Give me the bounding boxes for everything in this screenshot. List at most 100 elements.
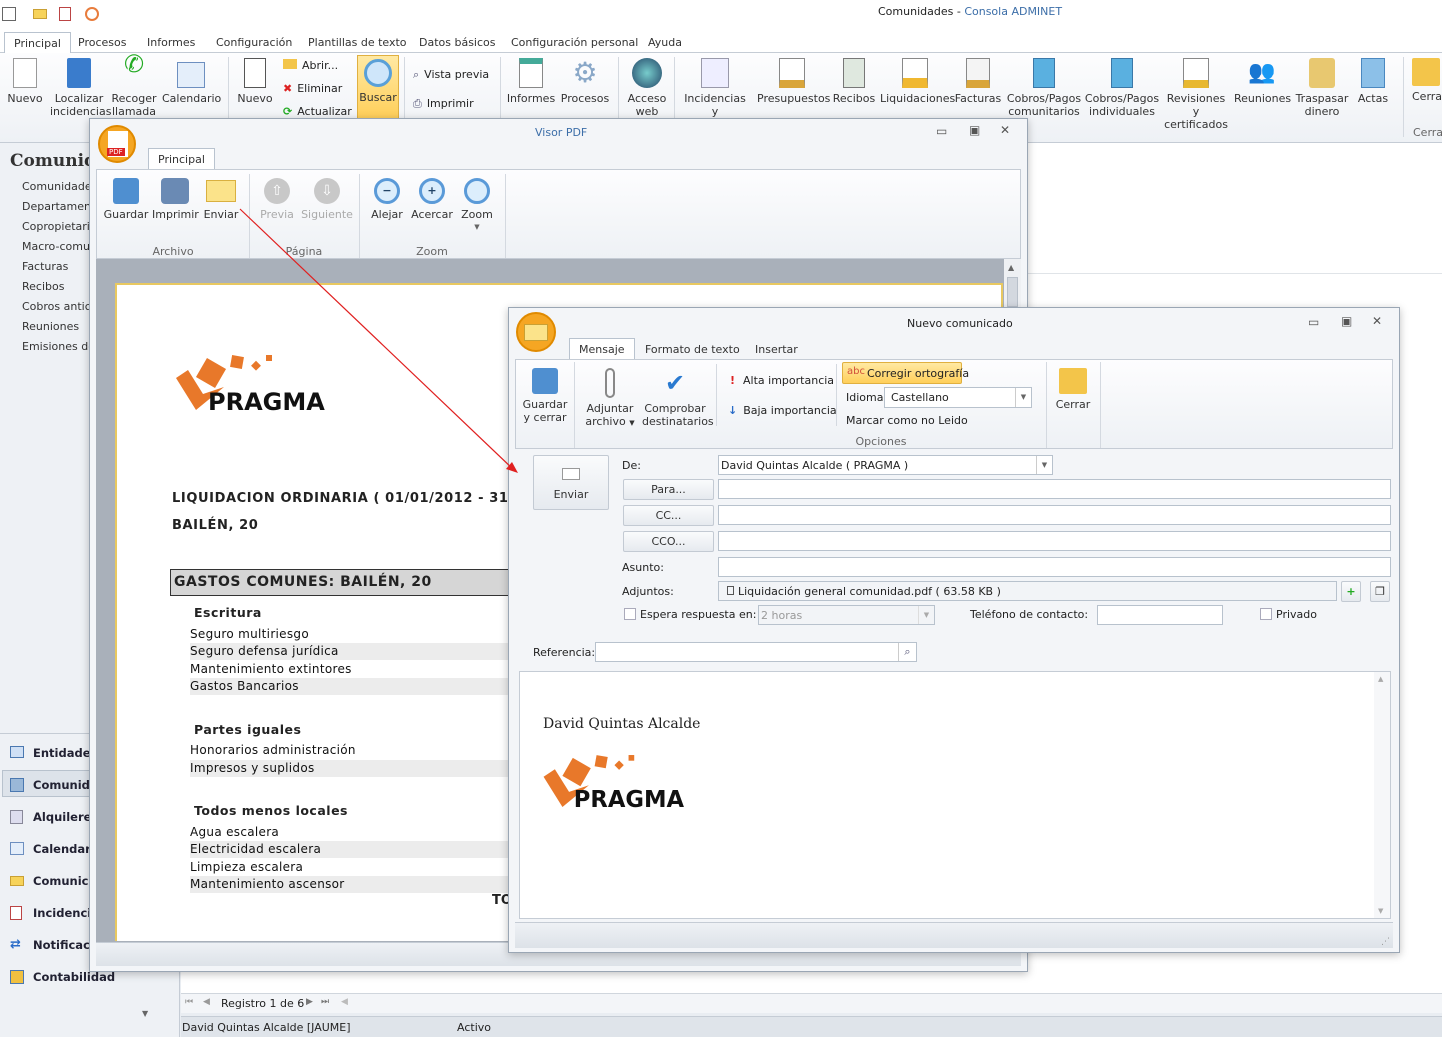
next-record-icon[interactable]: ▶	[306, 997, 313, 1007]
nuevo-button[interactable]: Nuevo	[5, 58, 45, 105]
vista-previa-button[interactable]: ⌕ Vista previa	[413, 68, 489, 82]
adjuntar-button[interactable]: Adjuntar archivo ▼	[582, 368, 638, 430]
resize-grip-icon[interactable]: ⋰	[1381, 937, 1390, 947]
pdf-app-badge[interactable]: PDF	[98, 125, 136, 163]
maximize-button[interactable]: ▣	[969, 123, 980, 137]
sidebar-item-recibos[interactable]: Recibos	[22, 280, 64, 293]
tab-datos-basicos[interactable]: Datos básicos	[419, 36, 496, 49]
prev-record-icon[interactable]: ◀	[203, 997, 210, 1007]
acceso-web-button[interactable]: Acceso web	[624, 58, 670, 118]
referencia-input[interactable]: ⌕	[595, 642, 917, 662]
cobros-comunitarios-button[interactable]: Cobros/Pagos comunitarios	[1006, 58, 1082, 118]
pdf-alejar-button[interactable]: − Alejar	[367, 178, 407, 221]
signal-quick-icon[interactable]	[85, 7, 99, 21]
cerrar-button[interactable]: Cerrar	[1408, 58, 1442, 103]
telefono-input[interactable]	[1097, 605, 1223, 625]
nuevo2-button[interactable]: Nuevo	[235, 58, 275, 105]
pdf-siguiente-button[interactable]: ⇩ Siguiente	[301, 178, 353, 221]
mail-cerrar-button[interactable]: Cerrar	[1052, 368, 1094, 411]
cobros-individuales-button[interactable]: Cobros/Pagos individuales	[1084, 58, 1160, 118]
last-record-icon[interactable]: ⏭	[321, 997, 329, 1007]
cc-input[interactable]	[718, 505, 1391, 525]
mail-app-badge[interactable]	[516, 312, 556, 352]
alta-importancia-button[interactable]: ! Alta importancia	[730, 374, 834, 387]
reuniones-button[interactable]: 👥 Reuniones	[1234, 58, 1291, 105]
tab-informes[interactable]: Informes	[147, 36, 195, 49]
pdf-imprimir-button[interactable]: Imprimir	[152, 178, 199, 221]
cc-button[interactable]: CC...	[623, 505, 714, 526]
abrir-button[interactable]: Abrir...	[283, 59, 338, 72]
add-attachment-button[interactable]: +	[1341, 581, 1361, 602]
privado-checkbox[interactable]	[1260, 608, 1272, 620]
message-body-editor[interactable]: David Quintas Alcalde PRAGMA ▲ ▼	[519, 671, 1391, 919]
attachment-item[interactable]: Liquidación general comunidad.pdf ( 63.5…	[727, 585, 1001, 598]
idioma-select[interactable]: Castellano ▼	[884, 387, 1032, 408]
sidebar-chevron-icon[interactable]: ▼	[142, 1009, 148, 1018]
comprobar-button[interactable]: ✔ Comprobar destinatarios	[642, 368, 714, 428]
minimize-button[interactable]: ▭	[1308, 315, 1319, 329]
facturas-button[interactable]: Facturas	[954, 58, 1002, 105]
copy-attachment-button[interactable]: ❐	[1370, 581, 1390, 602]
eliminar-button[interactable]: ✖ Eliminar	[283, 82, 342, 95]
mail-tab-insertar[interactable]: Insertar	[755, 343, 798, 356]
tab-ayuda[interactable]: Ayuda	[648, 36, 682, 49]
baja-importancia-button[interactable]: ↓ Baja importancia	[728, 404, 837, 417]
minimize-button[interactable]: ▭	[936, 124, 947, 138]
traspasar-button[interactable]: Traspasar dinero	[1294, 58, 1350, 118]
mail-tab-formato[interactable]: Formato de texto	[645, 343, 740, 356]
sidebar-item-comunidades[interactable]: Comunidades	[22, 180, 97, 193]
marcar-no-leido-button[interactable]: Marcar como no Leido	[846, 414, 968, 427]
pdf-previa-button[interactable]: ⇧ Previa	[257, 178, 297, 221]
scroll-left-icon[interactable]: ◀	[341, 997, 348, 1007]
tab-config-personal[interactable]: Configuración personal	[511, 36, 638, 49]
recibos-button[interactable]: Recibos	[832, 58, 876, 105]
pdf-tab-principal[interactable]: Principal	[148, 148, 215, 170]
tasks-quick-icon[interactable]	[59, 7, 71, 21]
para-input[interactable]	[718, 479, 1391, 499]
localizar-button[interactable]: Localizar incidencias	[50, 58, 111, 118]
close-button[interactable]: ✕	[1000, 123, 1010, 137]
search-icon[interactable]: ⌕	[898, 643, 916, 661]
body-scrollbar[interactable]: ▲ ▼	[1374, 672, 1390, 918]
tab-principal[interactable]: Principal	[4, 32, 71, 54]
actas-button[interactable]: Actas	[1354, 58, 1392, 105]
de-select[interactable]: David Quintas Alcalde ( PRAGMA ) ▼	[718, 455, 1053, 475]
procesos-button[interactable]: ⚙ Procesos	[560, 58, 610, 106]
scroll-thumb[interactable]	[1007, 277, 1018, 307]
scroll-up-icon[interactable]: ▲	[1378, 675, 1383, 683]
pdf-zoom-button[interactable]: Zoom ▼	[459, 178, 495, 234]
informes-button[interactable]: Informes	[506, 58, 556, 105]
mail-quick-icon[interactable]	[33, 9, 47, 19]
corregir-ortografia-button[interactable]: abc Corregir ortografía	[842, 362, 969, 384]
revisiones-button[interactable]: Revisiones y certificados	[1162, 58, 1230, 131]
cco-button[interactable]: CCO...	[623, 531, 714, 552]
espera-select[interactable]: 2 horas ▼	[758, 605, 935, 625]
scroll-down-icon[interactable]: ▼	[1378, 907, 1383, 915]
enviar-button[interactable]: Enviar	[533, 455, 609, 510]
pdf-acercar-button[interactable]: + Acercar	[410, 178, 454, 221]
para-button[interactable]: Para...	[623, 479, 714, 500]
recoger-llamada-button[interactable]: ✆ Recoger llamada	[110, 52, 158, 118]
buscar-button[interactable]: Buscar	[357, 55, 399, 119]
imprimir-button[interactable]: ⎙ Imprimir	[413, 97, 474, 111]
pdf-enviar-button[interactable]: Enviar	[201, 178, 241, 221]
first-record-icon[interactable]: ⏮	[185, 997, 193, 1007]
maximize-button[interactable]: ▣	[1341, 314, 1352, 328]
cco-input[interactable]	[718, 531, 1391, 551]
presupuestos-button[interactable]: Presupuestos	[757, 58, 830, 105]
calendario-button[interactable]: Calendario	[162, 58, 221, 105]
liquidaciones-button[interactable]: Liquidaciones	[880, 58, 955, 105]
guardar-cerrar-button[interactable]: Guardar y cerrar	[522, 368, 568, 424]
adjuntos-list[interactable]: Liquidación general comunidad.pdf ( 63.5…	[718, 581, 1337, 601]
app-icon[interactable]	[2, 7, 16, 21]
espera-checkbox[interactable]	[624, 608, 636, 620]
sidebar-item-reuniones[interactable]: Reuniones	[22, 320, 79, 333]
tab-plantillas[interactable]: Plantillas de texto	[308, 36, 407, 49]
actualizar-button[interactable]: ⟳ Actualizar	[283, 105, 352, 118]
tab-configuracion[interactable]: Configuración	[216, 36, 292, 49]
tab-procesos[interactable]: Procesos	[78, 36, 126, 49]
close-button[interactable]: ✕	[1372, 314, 1382, 328]
mail-tab-mensaje[interactable]: Mensaje	[569, 338, 635, 360]
pdf-guardar-button[interactable]: Guardar	[103, 178, 149, 221]
scroll-up-icon[interactable]: ▲	[1008, 263, 1014, 272]
